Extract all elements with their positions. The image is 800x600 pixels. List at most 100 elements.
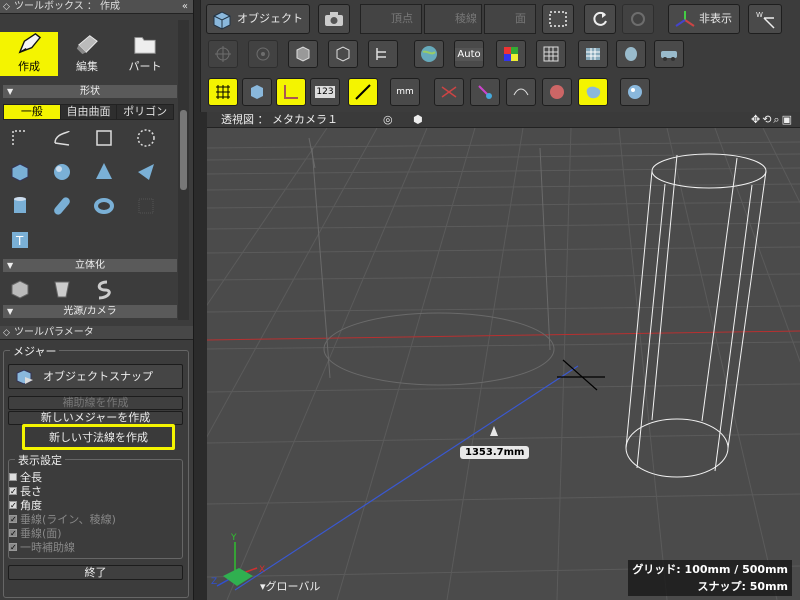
- object-snap-label: オブジェクトスナップ: [43, 370, 153, 383]
- maximize-icon[interactable]: ▣: [782, 113, 794, 126]
- tool-tabs: 作成 編集 パート: [0, 32, 176, 76]
- unit-label: mm: [396, 87, 414, 97]
- vertex-mode-button[interactable]: 頂点: [360, 4, 422, 34]
- color-grid-icon: [504, 47, 518, 61]
- car-icon: [661, 51, 677, 61]
- cube-snap-icon: [251, 85, 263, 99]
- tab-part-label: パート: [128, 60, 162, 73]
- angle-icon: [284, 85, 298, 99]
- color-grid-button[interactable]: [496, 40, 526, 68]
- window-layout-button[interactable]: W: [748, 4, 782, 34]
- new-dimension-button[interactable]: 新しい寸法線を作成: [22, 424, 175, 450]
- face-snap-icon: [550, 85, 564, 99]
- hide-button[interactable]: 非表示: [668, 4, 740, 34]
- tab-general[interactable]: 一般: [4, 105, 61, 119]
- toolbox-scrollbar[interactable]: [180, 110, 187, 190]
- torus-icon[interactable]: [92, 194, 116, 218]
- object-snap-button[interactable]: オブジェクトスナップ: [8, 364, 183, 389]
- edge-mode-button[interactable]: 稜線: [424, 4, 482, 34]
- grid-view-button[interactable]: [536, 40, 566, 68]
- car-button[interactable]: [654, 40, 684, 68]
- cylinder-icon[interactable]: [8, 194, 32, 218]
- head-button[interactable]: [616, 40, 646, 68]
- sweep-icon[interactable]: [50, 277, 74, 301]
- select-rect-icon: [549, 11, 567, 27]
- numeric-input-button[interactable]: 123: [310, 78, 340, 106]
- edge-snap-button[interactable]: [506, 78, 536, 106]
- cube-snap-button[interactable]: [242, 78, 272, 106]
- folder-icon: [134, 37, 156, 54]
- point-snap-icon: [478, 85, 492, 99]
- pan-icon[interactable]: ✥: [751, 113, 762, 126]
- tab-polygon[interactable]: ポリゴン: [117, 105, 174, 119]
- tab-freeform[interactable]: 自由曲面: [60, 105, 118, 119]
- render-sphere-icon: [628, 85, 642, 99]
- toolbox-header[interactable]: ◇ ツールボックス ： 作成 «: [0, 0, 193, 14]
- section-light-camera[interactable]: ▼ 光源/カメラ: [3, 305, 177, 318]
- symmetry-icon: [441, 86, 457, 98]
- view-settings-icon[interactable]: ◎: [383, 112, 393, 128]
- text-icon[interactable]: T: [8, 228, 32, 252]
- orbit-icon[interactable]: ⟲: [762, 113, 773, 126]
- wedge-icon[interactable]: [134, 160, 158, 184]
- coordinate-system-dropdown[interactable]: ▾グローバル: [260, 578, 320, 594]
- tab-create[interactable]: 作成: [0, 32, 58, 76]
- unit-button[interactable]: mm: [390, 78, 420, 106]
- symmetry-button[interactable]: [434, 78, 464, 106]
- vertex-mode-label: 頂点: [391, 12, 413, 25]
- double-chevron-left-icon[interactable]: «: [182, 0, 188, 14]
- extrude-icon[interactable]: [8, 277, 32, 301]
- table-button[interactable]: [578, 40, 608, 68]
- render-sphere-button[interactable]: [620, 78, 650, 106]
- tab-edit[interactable]: 編集: [58, 32, 116, 76]
- capsule-icon[interactable]: [50, 194, 74, 218]
- collapse-icon[interactable]: ◇: [3, 326, 10, 340]
- create-aux-line-button[interactable]: 補助線を作成: [8, 396, 183, 410]
- point-snap-button[interactable]: [470, 78, 500, 106]
- crosshair-button[interactable]: [208, 40, 238, 68]
- target-button[interactable]: [248, 40, 278, 68]
- box-wire-button[interactable]: [328, 40, 358, 68]
- box-wire-icon[interactable]: [134, 194, 158, 218]
- undo-button[interactable]: [584, 4, 616, 34]
- display-settings-label: 表示設定: [15, 452, 65, 468]
- cube-icon[interactable]: [8, 160, 32, 184]
- cone-icon[interactable]: [92, 160, 116, 184]
- tab-part[interactable]: パート: [116, 32, 174, 76]
- perspective-viewport[interactable]: Y X Z 1353.7mm ▾グローバル グリッド: 100mm / 500m…: [207, 128, 800, 600]
- auto-button[interactable]: Auto: [454, 40, 484, 68]
- box-view-button[interactable]: [288, 40, 318, 68]
- surface-snap-button[interactable]: [578, 78, 608, 106]
- end-button[interactable]: 終了: [8, 565, 183, 580]
- rectangle-icon[interactable]: [92, 126, 116, 150]
- svg-text:T: T: [15, 234, 24, 248]
- face-snap-button[interactable]: [542, 78, 572, 106]
- curve-icon[interactable]: [50, 126, 74, 150]
- section-shape[interactable]: ▼ 形状: [3, 85, 177, 98]
- section-solidify[interactable]: ▼ 立体化: [3, 259, 177, 272]
- open-line-icon[interactable]: [8, 126, 32, 150]
- view-cube-icon[interactable]: ⬢: [413, 112, 423, 128]
- select-rect-button[interactable]: [542, 4, 574, 34]
- checkbox-checked-icon: ✓: [9, 501, 17, 510]
- coordinate-system-label: グローバル: [265, 580, 321, 593]
- angle-snap-button[interactable]: [276, 78, 306, 106]
- object-mode-button[interactable]: オブジェクト: [206, 4, 310, 34]
- new-measure-button[interactable]: 新しいメジャーを作成: [8, 411, 183, 425]
- grid-snap-button[interactable]: [208, 78, 238, 106]
- collapse-icon[interactable]: ◇: [3, 0, 10, 14]
- redo-button[interactable]: [622, 4, 654, 34]
- camera-button[interactable]: [318, 4, 350, 34]
- sphere-icon[interactable]: [50, 160, 74, 184]
- svg-text:X: X: [259, 565, 265, 575]
- auto-label: Auto: [455, 47, 483, 61]
- circle-icon[interactable]: [134, 126, 158, 150]
- revolve-icon[interactable]: [92, 277, 116, 301]
- face-mode-button[interactable]: 面: [484, 4, 536, 34]
- hierarchy-button[interactable]: [368, 40, 398, 68]
- params-header[interactable]: ◇ ツールパラメータ: [0, 326, 193, 340]
- zoom-icon[interactable]: ⌕: [773, 113, 781, 126]
- viewport-title[interactable]: 透視図 ： メタカメラ１: [221, 113, 338, 126]
- globe-button[interactable]: [414, 40, 444, 68]
- ruler-button[interactable]: [348, 78, 378, 106]
